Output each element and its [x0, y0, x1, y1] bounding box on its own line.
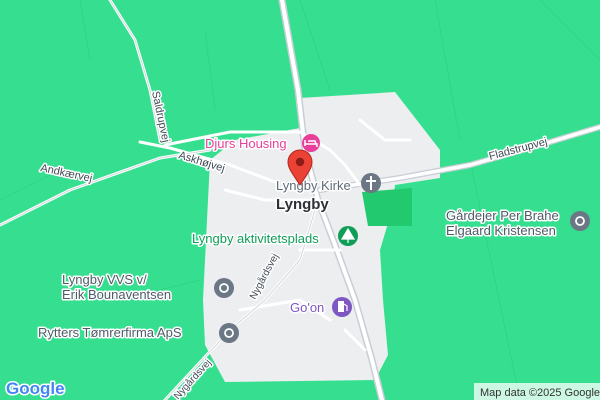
svg-text:Google: Google [6, 379, 65, 398]
attribution[interactable]: Map data ©2025 Google [474, 383, 600, 400]
poi-label-vvs-2: Erik Bounaventsen [62, 287, 171, 302]
poi-label-goon: Go'on [290, 300, 324, 315]
google-logo: Google [5, 378, 67, 400]
poi-goon[interactable]: Go'on [289, 297, 352, 317]
poi-label-rytters: Rytters Tømrerfirma ApS [38, 325, 182, 340]
poi-label-djurs-housing: Djurs Housing [205, 136, 287, 151]
poi-label-aktivitetsplads: Lyngby aktivitetsplads [192, 231, 319, 246]
location-icon [570, 211, 590, 231]
poi-label-vvs-1: Lyngby VVS v/ [62, 272, 147, 287]
poi-label-gaardejer-2: Elgaard Kristensen [446, 223, 556, 238]
location-icon [214, 278, 234, 298]
map-canvas[interactable]: Saldrupvej Askhøjvej Andkærvej Fladstrup… [0, 0, 600, 400]
location-icon [219, 323, 239, 343]
attribution-text: Map data ©2025 Google [480, 387, 600, 399]
park-area [362, 188, 412, 226]
poi-label-gaardejer-1: Gårdejer Per Brahe [446, 208, 559, 223]
poi-label-lyngby-kirke: Lyngby Kirke [276, 178, 351, 193]
place-label-lyngby: Lyngby [276, 196, 329, 213]
